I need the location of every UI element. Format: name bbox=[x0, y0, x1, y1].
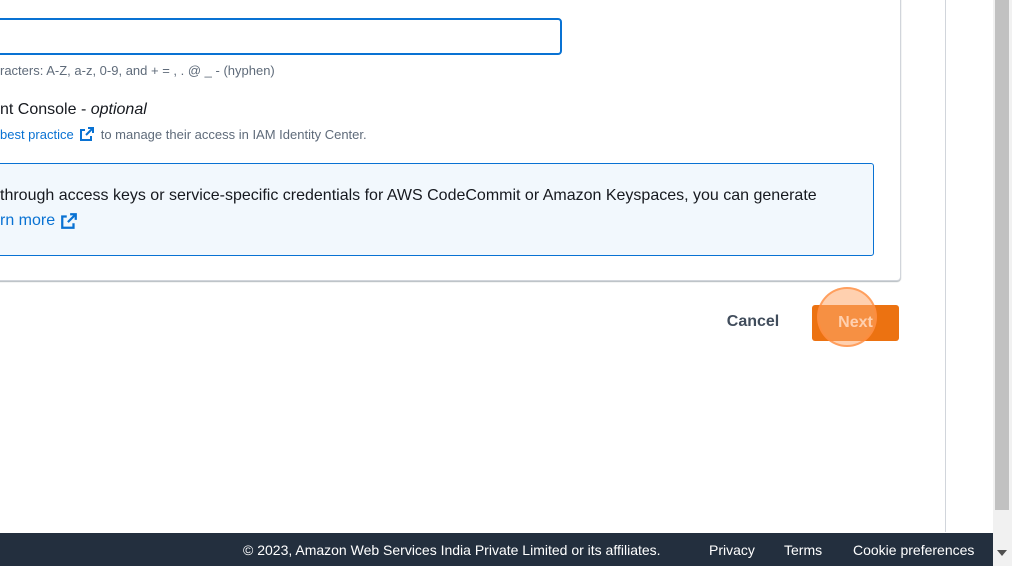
footer-privacy-link[interactable]: Privacy bbox=[709, 542, 755, 558]
vertical-scrollbar[interactable] bbox=[993, 0, 1012, 566]
cancel-button[interactable]: Cancel bbox=[717, 305, 789, 339]
footer: © 2023, Amazon Web Services India Privat… bbox=[0, 533, 993, 566]
console-access-label: nt Console - optional bbox=[0, 101, 147, 119]
scroll-down-icon[interactable] bbox=[997, 550, 1007, 556]
info-alert-text: through access keys or service-specific … bbox=[0, 187, 817, 204]
username-input[interactable] bbox=[0, 18, 562, 55]
console-access-description: best practice to manage their access in … bbox=[0, 126, 367, 142]
info-alert bbox=[0, 163, 874, 256]
learn-more-container: rn more bbox=[0, 212, 84, 230]
next-button[interactable]: Next bbox=[812, 305, 899, 341]
footer-cookie-preferences-link[interactable]: Cookie preferences bbox=[853, 542, 974, 558]
console-access-description-text: to manage their access in IAM Identity C… bbox=[100, 126, 367, 142]
footer-terms-link[interactable]: Terms bbox=[784, 542, 822, 558]
username-hint: racters: A-Z, a-z, 0-9, and + = , . @ _ … bbox=[0, 63, 275, 78]
optional-tag: optional bbox=[90, 101, 147, 118]
learn-more-link[interactable]: rn more bbox=[0, 212, 55, 230]
external-link-icon bbox=[60, 212, 78, 230]
footer-copyright: © 2023, Amazon Web Services India Privat… bbox=[243, 542, 661, 558]
external-link-icon bbox=[79, 126, 95, 142]
best-practice-link[interactable]: best practice bbox=[0, 127, 74, 142]
content-divider bbox=[945, 0, 946, 532]
scrollbar-thumb[interactable] bbox=[995, 0, 1009, 510]
console-access-label-text: nt Console - bbox=[0, 101, 91, 118]
